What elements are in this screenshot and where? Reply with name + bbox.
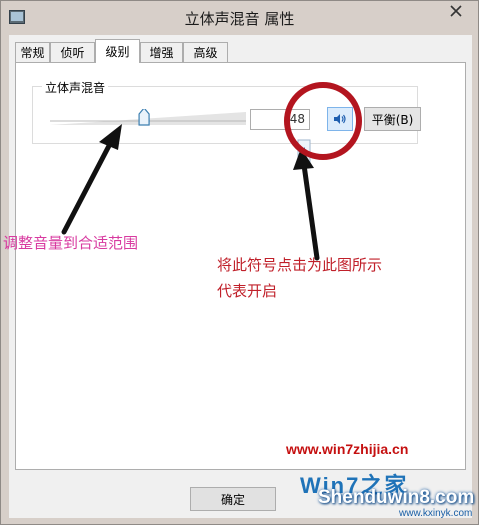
annotation-right-line2: 代表开启 [217, 282, 278, 300]
annotation-right-line1: 将此符号点击为此图所示 [217, 256, 383, 274]
watermark-brand: Shenduwin8.com [318, 487, 475, 508]
annotation-right-text: 将此符号点击为此图所示 代表开启 [217, 252, 417, 304]
annotation-left-text: 调整音量到合适范围 [3, 234, 139, 252]
highlight-circle [284, 82, 362, 160]
arrow-icon [293, 148, 320, 261]
watermark-url: www.win7zhijia.cn [286, 441, 409, 457]
watermark-site: www.kxinyk.com [399, 508, 473, 519]
arrow-icon [61, 124, 122, 235]
tab-levels[interactable]: 级别 [95, 39, 140, 63]
